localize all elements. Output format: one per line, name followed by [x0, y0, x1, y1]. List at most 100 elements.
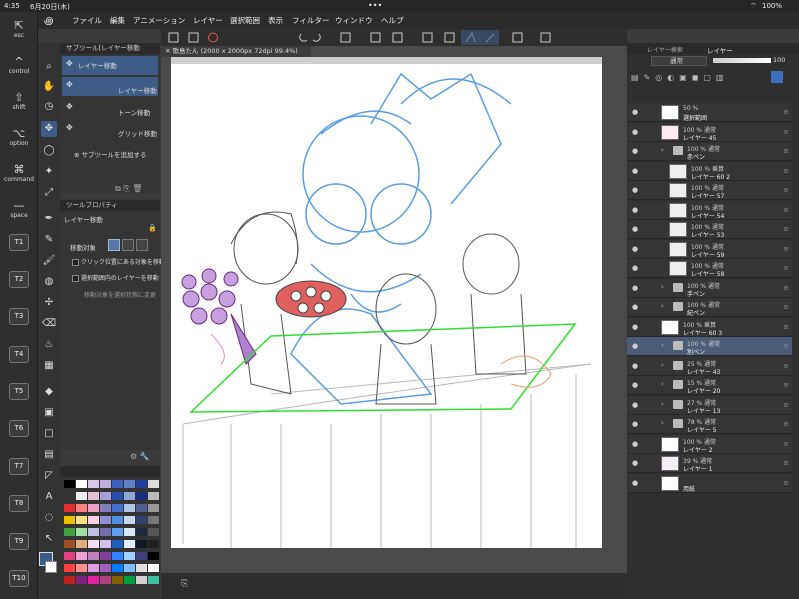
shortcut-t4[interactable]: T4 — [9, 346, 29, 363]
ruler-tool-icon[interactable]: ◸ — [41, 468, 57, 484]
eye-icon[interactable]: ● — [632, 362, 640, 370]
color-swatch[interactable] — [88, 504, 99, 512]
layer-folder[interactable]: ● › 100 % 通常 赤ペン ≡ — [627, 142, 792, 161]
color-swatch[interactable] — [136, 564, 147, 572]
color-swatch[interactable] — [124, 564, 135, 572]
airbrush-icon[interactable]: ◍ — [41, 274, 57, 290]
layer-toolbar-icons[interactable]: ▤✎◎◐▣◼▢▥ — [631, 73, 791, 87]
shortcut-t1[interactable]: T1 — [9, 234, 29, 251]
color-swatch[interactable] — [124, 492, 135, 500]
drag-handle-icon[interactable]: ≡ — [783, 479, 789, 487]
fill-tool-icon[interactable]: ◆ — [41, 384, 57, 400]
eye-icon[interactable]: ● — [632, 479, 640, 487]
drag-handle-icon[interactable]: ≡ — [783, 342, 789, 350]
decoration-icon[interactable]: ✢ — [41, 295, 57, 311]
color-swatch[interactable] — [136, 552, 147, 560]
color-swatch[interactable] — [124, 576, 135, 584]
color-swatch[interactable] — [112, 480, 123, 488]
zoom-tool-icon[interactable]: ⌕ — [41, 59, 57, 75]
layer-folder[interactable]: ● › 27 % 通常 レイヤー 13 ≡ — [627, 395, 792, 415]
eye-icon[interactable]: ● — [632, 401, 640, 409]
target-grid-button[interactable] — [136, 239, 148, 251]
menu-animation[interactable]: アニメーション — [133, 15, 185, 26]
menu-window[interactable]: ウィンドウ — [335, 15, 373, 26]
color-swatch[interactable] — [64, 552, 75, 560]
pen-tool-icon[interactable]: ✒ — [41, 211, 57, 227]
correct-line-icon[interactable]: ↖ — [41, 531, 57, 547]
color-swatch[interactable] — [136, 528, 147, 536]
option-selection-layers[interactable]: 選択範囲内のレイヤーを移動 — [72, 273, 159, 282]
document-tab[interactable]: ✕ 歌島たん (2000 x 2000px 72dpi 99.4%) — [161, 46, 311, 57]
gradient-icon[interactable]: ▣ — [41, 405, 57, 421]
layer-folder[interactable]: ● › 78 % 通常 レイヤー 5 ≡ — [627, 415, 792, 434]
drag-handle-icon[interactable]: ≡ — [783, 459, 789, 467]
checkbox[interactable] — [72, 275, 79, 282]
eye-icon[interactable]: ● — [632, 245, 640, 253]
tab-layer-search[interactable]: レイヤー検索 — [647, 45, 683, 54]
target-tone-button[interactable] — [122, 239, 134, 251]
text-tool-icon[interactable]: A — [41, 489, 57, 505]
layer-folder[interactable]: ● › 25 % 通常 レイヤー 43 ≡ — [627, 356, 792, 376]
color-swatch[interactable] — [124, 504, 135, 512]
drag-handle-icon[interactable]: ≡ — [783, 303, 789, 311]
eye-icon[interactable]: ● — [632, 440, 640, 448]
drawing-canvas[interactable] — [171, 64, 602, 548]
grid-tool-icon[interactable]: ▦ — [41, 358, 57, 374]
menu-layer[interactable]: レイヤー — [193, 15, 223, 26]
menu-selection[interactable]: 選択範囲 — [230, 15, 260, 26]
drag-handle-icon[interactable]: ≡ — [783, 108, 789, 116]
drag-handle-icon[interactable]: ≡ — [783, 186, 789, 194]
layer-row[interactable]: ● 用紙 ≡ — [627, 473, 792, 493]
color-swatch[interactable] — [112, 552, 123, 560]
color-swatch[interactable] — [76, 492, 87, 500]
eye-icon[interactable]: ● — [632, 147, 640, 155]
menu-filter[interactable]: フィルター — [292, 15, 329, 26]
color-swatch[interactable] — [64, 492, 75, 500]
eye-icon[interactable]: ● — [632, 186, 640, 194]
eye-icon[interactable]: ● — [632, 264, 640, 272]
color-swatch[interactable] — [124, 480, 135, 488]
lasso-tool-icon[interactable]: ◯ — [41, 143, 57, 159]
shortcut-t9[interactable]: T9 — [9, 533, 29, 550]
color-swatch[interactable] — [148, 576, 159, 584]
subtool-grid-move[interactable]: ✥ グリッド移動 — [62, 120, 158, 139]
drag-handle-icon[interactable]: ≡ — [783, 206, 789, 214]
color-swatch[interactable] — [100, 480, 111, 488]
eye-icon[interactable]: ● — [632, 167, 640, 175]
move-tool-icon[interactable]: ✥ — [41, 121, 57, 137]
chevron-right-icon[interactable]: › — [661, 380, 664, 388]
shortcut-t8[interactable]: T8 — [9, 495, 29, 512]
color-swatch[interactable] — [100, 564, 111, 572]
menu-help[interactable]: ヘルプ — [381, 15, 404, 26]
color-swatch[interactable] — [76, 528, 87, 536]
subtool-tone-move[interactable]: ✥ トーン移動 — [62, 99, 158, 118]
chevron-right-icon[interactable]: › — [661, 341, 664, 349]
menu-edit[interactable]: 編集 — [110, 15, 125, 26]
color-swatch[interactable] — [148, 492, 159, 500]
color-swatch[interactable] — [124, 540, 135, 548]
chevron-right-icon[interactable]: › — [661, 400, 664, 408]
color-swatch[interactable] — [124, 528, 135, 536]
eraser-icon[interactable]: ⌫ — [41, 316, 57, 332]
color-swatch[interactable] — [88, 552, 99, 560]
drag-handle-icon[interactable]: ≡ — [783, 440, 789, 448]
layer-row[interactable]: ● 100 % 乗算 レイヤー 60 3 ≡ — [627, 317, 792, 337]
color-swatch[interactable] — [136, 504, 147, 512]
drag-handle-icon[interactable]: ≡ — [783, 128, 789, 136]
color-swatch[interactable] — [76, 540, 87, 548]
magic-wand-icon[interactable]: ✦ — [41, 164, 57, 180]
color-swatch[interactable] — [148, 504, 159, 512]
drag-handle-icon[interactable]: ≡ — [783, 420, 789, 428]
color-swatch[interactable] — [148, 564, 159, 572]
add-subtool-button[interactable]: ⊕ サブツールを追加する — [74, 149, 147, 159]
eye-icon[interactable]: ● — [632, 284, 640, 292]
color-swatch[interactable] — [112, 576, 123, 584]
layer-row[interactable]: ● 100 % 通常 レイヤー 53 ≡ — [627, 220, 792, 239]
pencil-tool-icon[interactable]: ✎ — [41, 232, 57, 248]
tab-layer[interactable]: レイヤー — [707, 45, 733, 55]
subtool-group-item[interactable]: ✥ レイヤー移動 — [62, 56, 158, 75]
hand-tool-icon[interactable]: ✋ — [41, 79, 57, 95]
menu-view[interactable]: 表示 — [268, 15, 283, 26]
eye-icon[interactable]: ● — [632, 342, 640, 350]
color-swatch[interactable] — [88, 492, 99, 500]
